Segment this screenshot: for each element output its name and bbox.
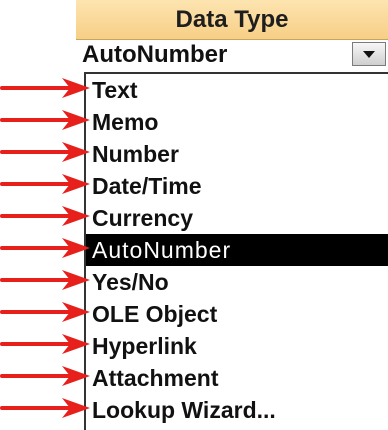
option-currency[interactable]: Currency [86, 202, 388, 234]
red-arrow-icon [0, 238, 90, 258]
red-arrow-icon [0, 398, 90, 418]
data-type-dropdown-list: Text Memo Number Date/Time Currency Auto… [84, 72, 388, 430]
option-hyperlink[interactable]: Hyperlink [86, 330, 388, 362]
column-header-label: Data Type [175, 5, 289, 33]
chevron-down-icon [363, 50, 375, 58]
data-type-current-value: AutoNumber [82, 41, 228, 68]
option-memo[interactable]: Memo [86, 106, 388, 138]
red-arrow-icon [0, 78, 90, 98]
option-number[interactable]: Number [86, 138, 388, 170]
red-arrow-icon [0, 302, 90, 322]
data-type-combobox[interactable]: AutoNumber [76, 40, 388, 70]
option-yes-no[interactable]: Yes/No [86, 266, 388, 298]
option-ole-object[interactable]: OLE Object [86, 298, 388, 330]
red-arrow-icon [0, 334, 90, 354]
red-arrow-icon [0, 366, 90, 386]
red-arrow-icon [0, 110, 90, 130]
red-arrow-icon [0, 206, 90, 226]
option-text[interactable]: Text [86, 74, 388, 106]
option-attachment[interactable]: Attachment [86, 362, 388, 394]
red-arrow-icon [0, 142, 90, 162]
option-lookup-wizard[interactable]: Lookup Wizard... [86, 394, 388, 426]
red-arrow-icon [0, 174, 90, 194]
dropdown-button[interactable] [352, 42, 386, 66]
red-arrow-icon [0, 270, 90, 290]
option-autonumber[interactable]: AutoNumber [86, 234, 388, 266]
option-date-time[interactable]: Date/Time [86, 170, 388, 202]
column-header-data-type: Data Type [76, 0, 388, 40]
